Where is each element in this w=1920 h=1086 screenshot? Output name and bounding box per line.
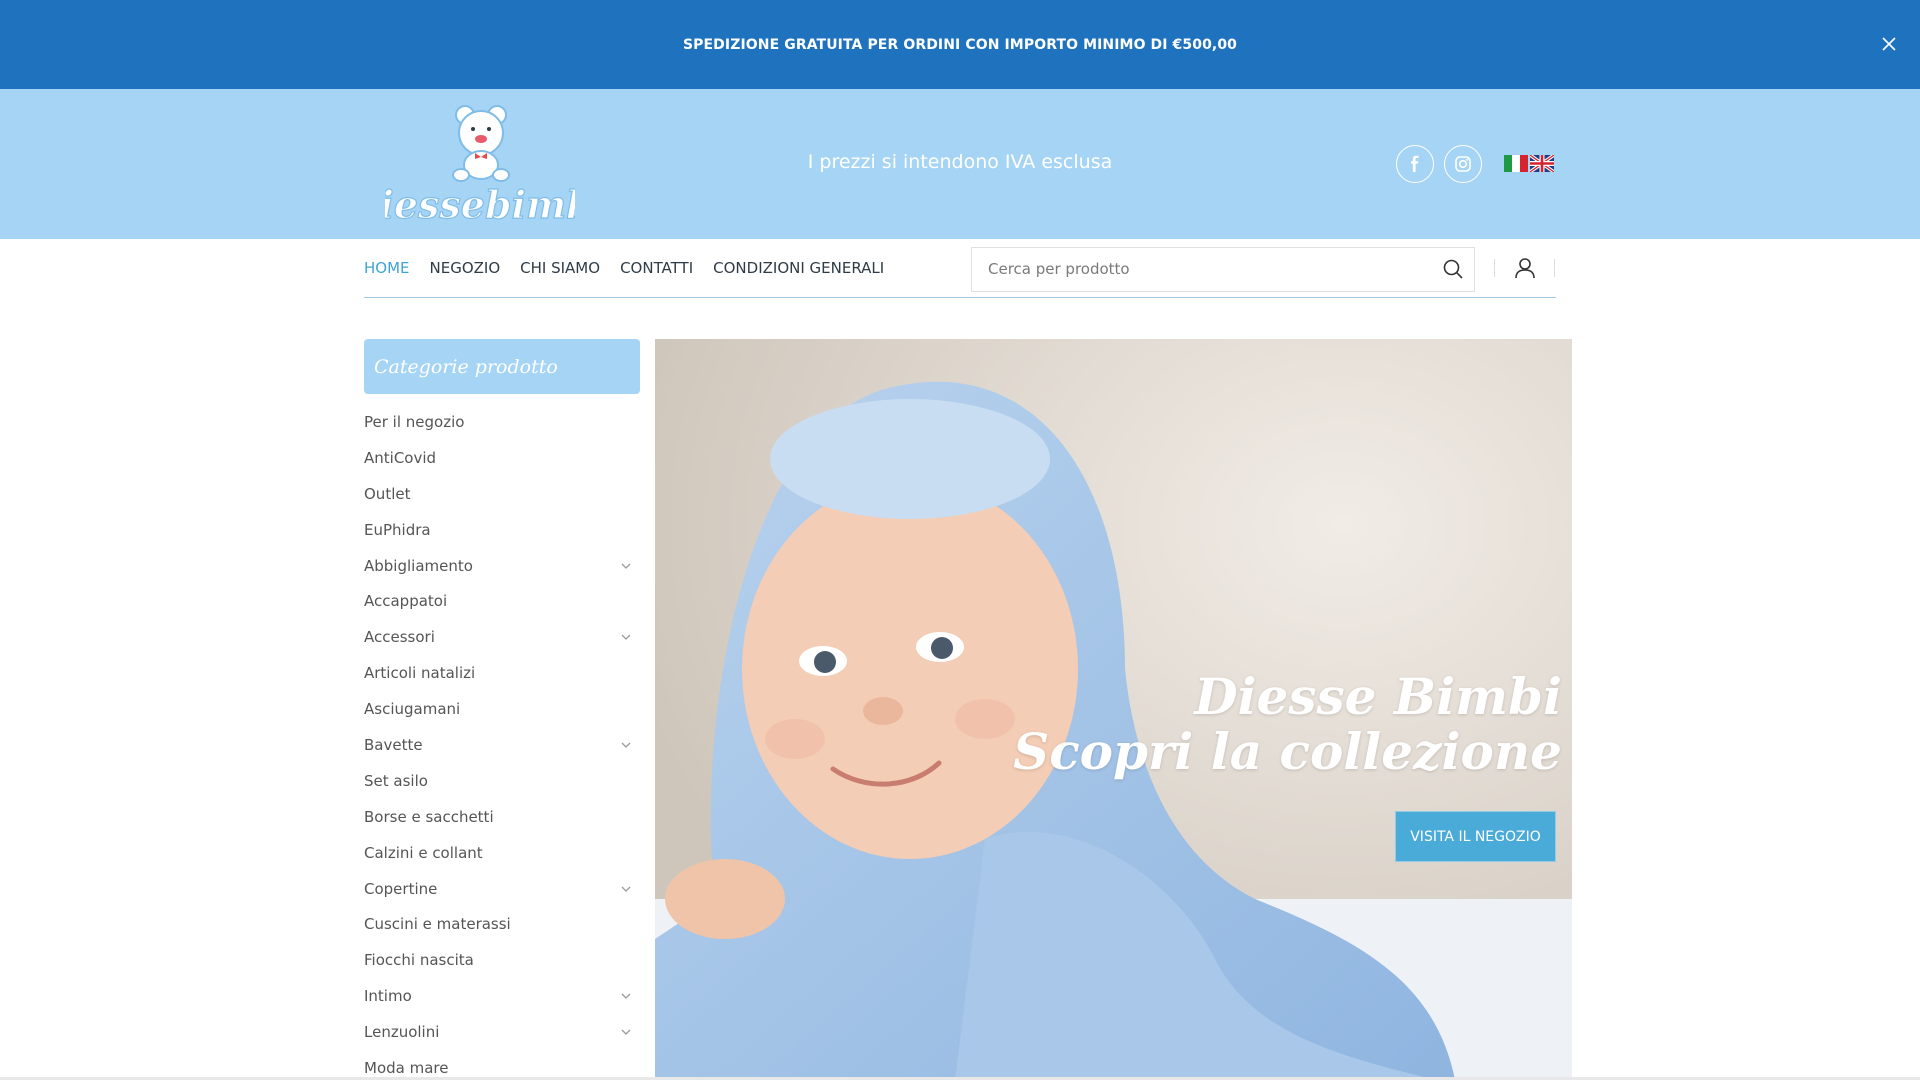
- category-label: Asciugamani: [364, 700, 461, 719]
- chevron-down-icon[interactable]: [620, 883, 632, 895]
- category-label: Outlet: [364, 484, 411, 503]
- search-input[interactable]: [972, 248, 1432, 290]
- category-label: Cuscini e materassi: [364, 915, 511, 934]
- english-flag-icon[interactable]: [1530, 155, 1554, 172]
- nav-negozio[interactable]: NEGOZIO: [430, 259, 501, 277]
- category-item[interactable]: Moda mare: [364, 1050, 640, 1086]
- category-label: Bavette: [364, 735, 423, 754]
- hero-heading: Diesse Bimbi Scopri la collezione: [1013, 669, 1562, 779]
- nav-links: HOME NEGOZIO CHI SIAMO CONTATTI CONDIZIO…: [364, 259, 884, 277]
- category-item[interactable]: AntiCovid: [364, 440, 640, 476]
- chevron-down-icon[interactable]: [620, 631, 632, 643]
- site-header: diessebimbi I prezzi si intendono IVA es…: [0, 89, 1920, 239]
- chevron-down-icon[interactable]: [620, 739, 632, 751]
- category-label: Abbigliamento: [364, 556, 473, 575]
- category-label: Articoli natalizi: [364, 664, 476, 683]
- category-item[interactable]: EuPhidra: [364, 512, 640, 548]
- promo-text: SPEDIZIONE GRATUITA PER ORDINI CON IMPOR…: [682, 36, 1238, 53]
- category-item[interactable]: Cuscini e materassi: [364, 906, 640, 942]
- nav-home[interactable]: HOME: [364, 259, 410, 277]
- category-item[interactable]: Borse e sacchetti: [364, 799, 640, 835]
- nav-divider-right: [1554, 259, 1555, 277]
- category-list: Per il negozio AntiCovid Outlet EuPhidra Abb…: [364, 404, 640, 1086]
- category-label: Fiocchi nascita: [364, 951, 474, 970]
- category-label: Borse e sacchetti: [364, 807, 494, 826]
- logo-text: diessebimbi: [385, 182, 575, 227]
- search-box: [971, 247, 1475, 292]
- category-item[interactable]: Fiocchi nascita: [364, 942, 640, 978]
- nav-contatti[interactable]: CONTATTI: [620, 259, 693, 277]
- category-item[interactable]: Lenzuolini: [364, 1014, 640, 1050]
- facebook-icon[interactable]: [1396, 145, 1434, 183]
- category-item[interactable]: Per il negozio: [364, 404, 640, 440]
- category-item[interactable]: Outlet: [364, 476, 640, 512]
- nav-chi-siamo[interactable]: CHI SIAMO: [520, 259, 600, 277]
- category-label: Calzini e collant: [364, 843, 483, 862]
- category-label: EuPhidra: [364, 520, 431, 539]
- category-label: Intimo: [364, 987, 412, 1006]
- hero-title-line1: Diesse Bimbi: [1194, 667, 1562, 726]
- category-item[interactable]: Abbigliamento: [364, 548, 640, 584]
- category-label: Copertine: [364, 879, 438, 898]
- category-item[interactable]: Articoli natalizi: [364, 655, 640, 691]
- logo[interactable]: diessebimbi: [385, 103, 575, 227]
- promo-bar: SPEDIZIONE GRATUITA PER ORDINI CON IMPOR…: [0, 0, 1920, 89]
- category-item[interactable]: Accappatoi: [364, 583, 640, 619]
- search-icon[interactable]: [1442, 258, 1464, 280]
- category-item[interactable]: Asciugamani: [364, 691, 640, 727]
- category-label: Moda mare: [364, 1058, 449, 1077]
- visit-shop-button[interactable]: VISITA IL NEGOZIO: [1395, 811, 1556, 862]
- categories-header: Categorie prodotto: [364, 339, 640, 394]
- hero-banner: Diesse Bimbi Scopri la collezione VISITA…: [655, 339, 1572, 1080]
- italian-flag-icon[interactable]: [1504, 155, 1528, 172]
- instagram-icon[interactable]: [1444, 145, 1482, 183]
- nav-condizioni-generali[interactable]: CONDIZIONI GENERALI: [713, 259, 884, 277]
- category-item[interactable]: Copertine: [364, 871, 640, 907]
- category-label: Lenzuolini: [364, 1023, 440, 1042]
- chevron-down-icon[interactable]: [620, 560, 632, 572]
- category-label: Per il negozio: [364, 412, 465, 431]
- category-label: AntiCovid: [364, 448, 437, 467]
- user-icon[interactable]: [1513, 256, 1537, 280]
- category-label: Set asilo: [364, 771, 428, 790]
- close-icon[interactable]: [1876, 31, 1902, 57]
- chevron-down-icon[interactable]: [620, 990, 632, 1002]
- category-item[interactable]: Accessori: [364, 619, 640, 655]
- nav-divider: [1494, 259, 1495, 277]
- chevron-down-icon[interactable]: [620, 1026, 632, 1038]
- main-nav: HOME NEGOZIO CHI SIAMO CONTATTI CONDIZIO…: [364, 239, 1556, 298]
- language-switcher: [1504, 155, 1554, 172]
- category-label: Accessori: [364, 628, 435, 647]
- category-label: Accappatoi: [364, 592, 448, 611]
- category-item[interactable]: Set asilo: [364, 763, 640, 799]
- category-item[interactable]: Intimo: [364, 978, 640, 1014]
- categories-title: Categorie prodotto: [374, 355, 558, 378]
- category-item[interactable]: Bavette: [364, 727, 640, 763]
- tagline: I prezzi si intendono IVA esclusa: [807, 151, 1113, 173]
- hero-title-line2: Scopri la collezione: [1013, 722, 1562, 781]
- category-item[interactable]: Calzini e collant: [364, 835, 640, 871]
